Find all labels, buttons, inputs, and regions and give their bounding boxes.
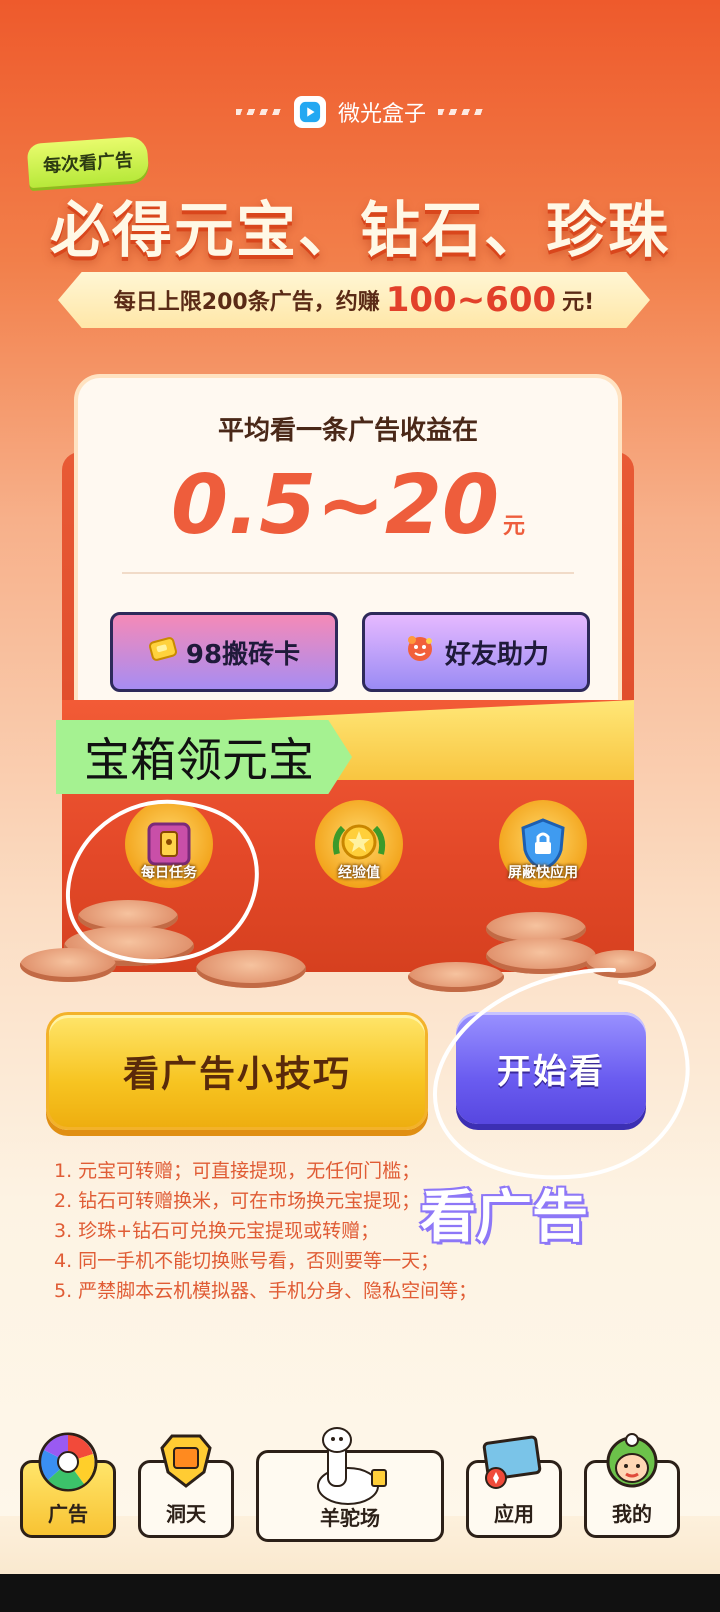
tab-ads-label: 广告 [48,1502,88,1526]
map-compass-icon [482,1435,542,1489]
gold-crest-icon [160,1434,212,1488]
annotation-watch-ad: 看广告 [420,1185,588,1250]
card-title: 平均看一条广告收益在 [217,416,478,446]
ribbon-prefix: 每日上限200条广告，约赚 [113,290,380,315]
decor-dashes-left [235,109,282,115]
brand-name: 微光盒子 [337,102,426,127]
tab-dongtian-label: 洞天 [166,1502,206,1526]
experience-item[interactable]: 经验值 [304,800,414,910]
rule-item: 5. 严禁脚本云机模拟器、手机分身、隐私空间等； [54,1280,478,1302]
earnings-amount: 0.5~20 元 [78,450,618,583]
friend-help-button[interactable]: 好友助力 [362,612,590,692]
daily-task-item[interactable]: 每日任务 [114,800,224,910]
friend-helper-icon [403,632,437,673]
ribbon-suffix: 元! [562,290,595,315]
ribbon-amount: 100~600 [385,280,557,320]
daily-task-label: 每日任务 [141,865,197,881]
amount-value: 0.5~20 [170,458,500,553]
card-divider [122,572,574,574]
alpaca-icon [317,1427,387,1505]
experience-label: 经验值 [338,865,380,881]
coin-decor [486,938,596,974]
annotation-tag-chest: 宝箱领元宝 [56,720,352,794]
block-quickapp-item[interactable]: 屏蔽快应用 [488,800,598,910]
gold-card-icon [148,634,178,671]
brick-card-label: 98搬砖卡 [185,639,301,670]
color-wheel-icon [38,1432,98,1492]
start-watch-button[interactable]: 开始看 [456,1012,646,1124]
app-logo-icon [293,96,326,128]
earnings-ribbon: 每日上限200条广告，约赚 100~600 元! [58,272,650,328]
brand-header: 微光盒子 [0,92,720,132]
coin-decor [408,962,504,992]
block-quickapp-label: 屏蔽快应用 [508,865,578,881]
coin-decor [586,950,656,978]
tab-apps-label: 应用 [494,1502,534,1526]
system-nav-bar [0,1574,720,1612]
promo-badge: 每次看广告 [26,135,150,189]
ad-tips-button[interactable]: 看广告小技巧 [46,1012,428,1130]
coin-decor [20,948,116,982]
coin-decor [196,950,306,988]
brick-card-button[interactable]: 98搬砖卡 [110,612,338,692]
decor-dashes-right [438,109,484,115]
tab-profile-label: 我的 [612,1502,652,1526]
avatar-icon [606,1433,658,1488]
page-headline: 必得元宝、钻石、珍珠 [50,196,670,266]
friend-help-label: 好友助力 [444,639,549,670]
amount-unit: 元 [503,514,526,539]
